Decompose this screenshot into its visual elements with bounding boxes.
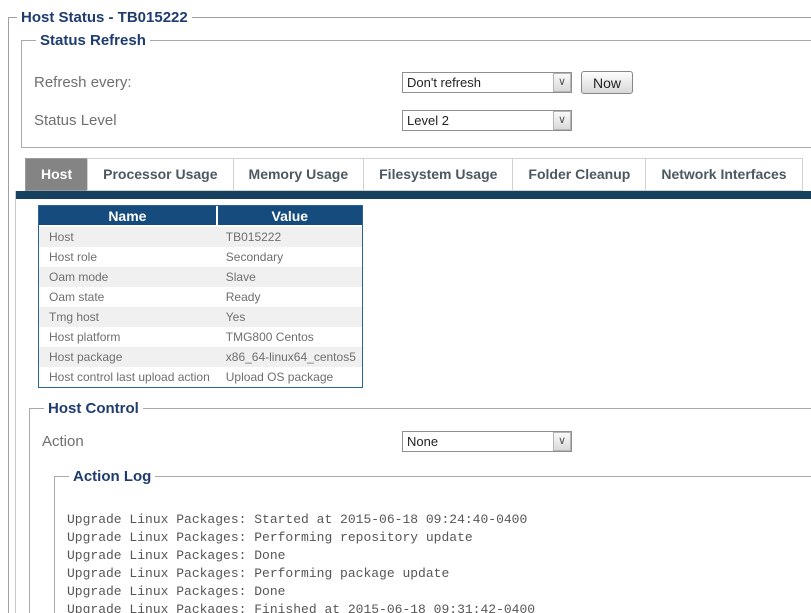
row-value: Ready [216,287,362,307]
log-line: Upgrade Linux Packages: Done [67,547,811,565]
row-name: Tmg host [39,307,216,327]
action-label: Action [42,433,402,450]
log-line: Upgrade Linux Packages: Finished at 2015… [67,601,811,613]
row-name: Oam state [39,287,216,307]
value-column-header: Value [216,206,362,227]
row-value: Upload OS package [216,367,362,387]
table-row: Host control last upload action Upload O… [39,367,362,387]
status-level-value: Level 2 [403,113,449,128]
refresh-every-label: Refresh every: [34,74,402,91]
tab-processor-usage[interactable]: Processor Usage [87,158,233,191]
refresh-interval-value: Don't refresh [403,75,481,90]
tab-folder-cleanup[interactable]: Folder Cleanup [512,158,646,191]
chevron-down-icon: ∨ [553,432,571,451]
log-line: Upgrade Linux Packages: Performing repos… [67,529,811,547]
row-name: Host role [39,247,216,267]
row-value: Secondary [216,247,362,267]
row-name: Host control last upload action [39,367,216,387]
table-row: Host role Secondary [39,247,362,267]
row-value: Yes [216,307,362,327]
host-control-legend: Host Control [44,400,143,417]
row-value: x86_64-linux64_centos5 [216,347,362,367]
tab-memory-usage[interactable]: Memory Usage [233,158,365,191]
row-value: Slave [216,267,362,287]
table-row: Oam mode Slave [39,267,362,287]
tab-underline-bar [16,191,811,199]
table-row: Host platform TMG800 Centos [39,327,362,347]
table-row: Oam state Ready [39,287,362,307]
status-level-select[interactable]: Level 2 ∨ [402,110,572,131]
status-refresh-legend: Status Refresh [36,32,150,49]
status-level-label: Status Level [34,112,402,129]
page-title: Host Status - TB015222 [17,9,192,26]
refresh-interval-select[interactable]: Don't refresh ∨ [402,72,572,93]
chevron-down-icon: ∨ [553,111,571,130]
tab-host[interactable]: Host [25,158,88,191]
tab-strip: Host Processor Usage Memory Usage Filesy… [25,158,811,191]
status-level-row: Status Level Level 2 ∨ [34,110,811,131]
row-value: TMG800 Centos [216,327,362,347]
tab-network-interfaces[interactable]: Network Interfaces [645,158,802,191]
host-tab-panel: Name Value Host TB015222 Host role Secon… [15,191,811,613]
refresh-every-row: Refresh every: Don't refresh ∨ Now [34,71,811,94]
action-value: None [403,434,438,449]
host-status-fieldset: Host Status - TB015222 Status Refresh Re… [8,9,811,613]
host-control-fieldset: Host Control Action None ∨ Action Log Up… [29,400,811,613]
action-row: Action None ∨ [42,431,811,452]
tab-filesystem-usage[interactable]: Filesystem Usage [363,158,513,191]
row-name: Host platform [39,327,216,347]
row-name: Oam mode [39,267,216,287]
row-value: TB015222 [216,227,362,247]
action-log-output: Upgrade Linux Packages: Started at 2015-… [67,511,811,613]
action-log-fieldset: Action Log Upgrade Linux Packages: Start… [54,468,811,613]
name-column-header: Name [39,206,216,227]
row-name: Host package [39,347,216,367]
action-log-legend: Action Log [69,468,155,485]
log-line: Upgrade Linux Packages: Done [67,583,811,601]
host-info-table: Name Value Host TB015222 Host role Secon… [38,205,363,388]
now-button[interactable]: Now [581,71,633,94]
action-select[interactable]: None ∨ [402,431,572,452]
table-row: Tmg host Yes [39,307,362,327]
chevron-down-icon: ∨ [553,73,571,92]
log-line: Upgrade Linux Packages: Started at 2015-… [67,511,811,529]
table-header-row: Name Value [39,206,362,227]
row-name: Host [39,227,216,247]
log-line: Upgrade Linux Packages: Performing packa… [67,565,811,583]
status-refresh-fieldset: Status Refresh Refresh every: Don't refr… [21,32,811,148]
table-row: Host package x86_64-linux64_centos5 [39,347,362,367]
table-row: Host TB015222 [39,227,362,247]
